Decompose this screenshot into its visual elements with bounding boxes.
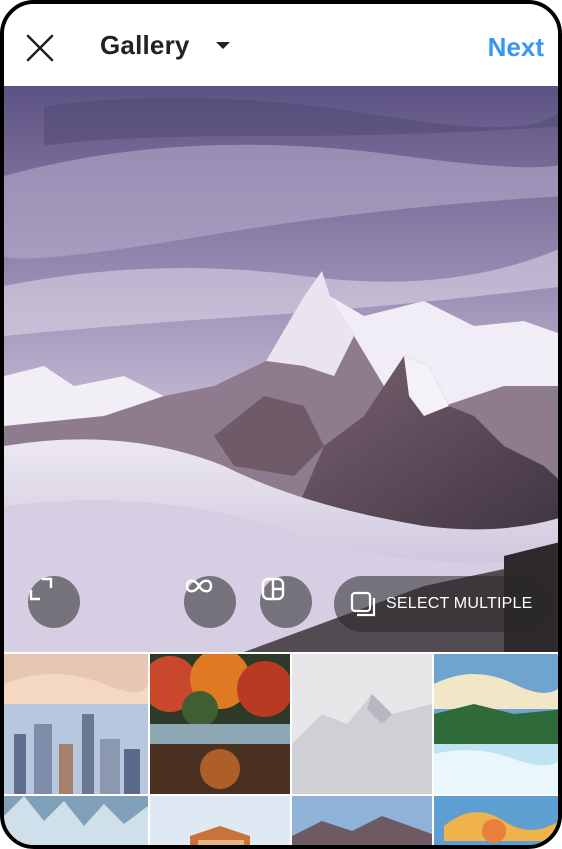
phone-frame: Gallery Next SELECT MULTIPLE xyxy=(0,0,562,849)
gallery-thumbnail[interactable] xyxy=(434,654,558,794)
layout-icon xyxy=(261,577,285,601)
select-multiple-button[interactable]: SELECT MULTIPLE xyxy=(334,576,552,632)
expand-button[interactable] xyxy=(28,576,80,628)
boomerang-button[interactable] xyxy=(184,576,236,628)
gallery-thumbnail[interactable] xyxy=(150,796,290,845)
next-button[interactable]: Next xyxy=(488,32,544,63)
page-title: Gallery xyxy=(100,30,190,60)
gallery-dropdown[interactable]: Gallery xyxy=(100,30,230,61)
gallery-thumbnail[interactable] xyxy=(4,654,148,794)
gallery-thumbnail[interactable] xyxy=(292,654,432,794)
gallery-thumbnail[interactable] xyxy=(150,654,290,794)
close-icon[interactable] xyxy=(24,32,56,64)
caret-down-icon xyxy=(215,42,230,49)
gallery-thumbnail[interactable] xyxy=(292,796,432,845)
layout-button[interactable] xyxy=(260,576,312,628)
photo-preview xyxy=(4,86,558,652)
expand-icon xyxy=(29,577,53,601)
select-multiple-label: SELECT MULTIPLE xyxy=(386,595,533,612)
top-bar: Gallery Next xyxy=(4,4,558,86)
infinity-icon xyxy=(185,579,213,593)
gallery-thumbnail[interactable] xyxy=(434,796,558,845)
mountain-photo xyxy=(4,86,558,652)
stack-icon xyxy=(350,591,376,617)
gallery-thumbnail[interactable] xyxy=(4,796,148,845)
